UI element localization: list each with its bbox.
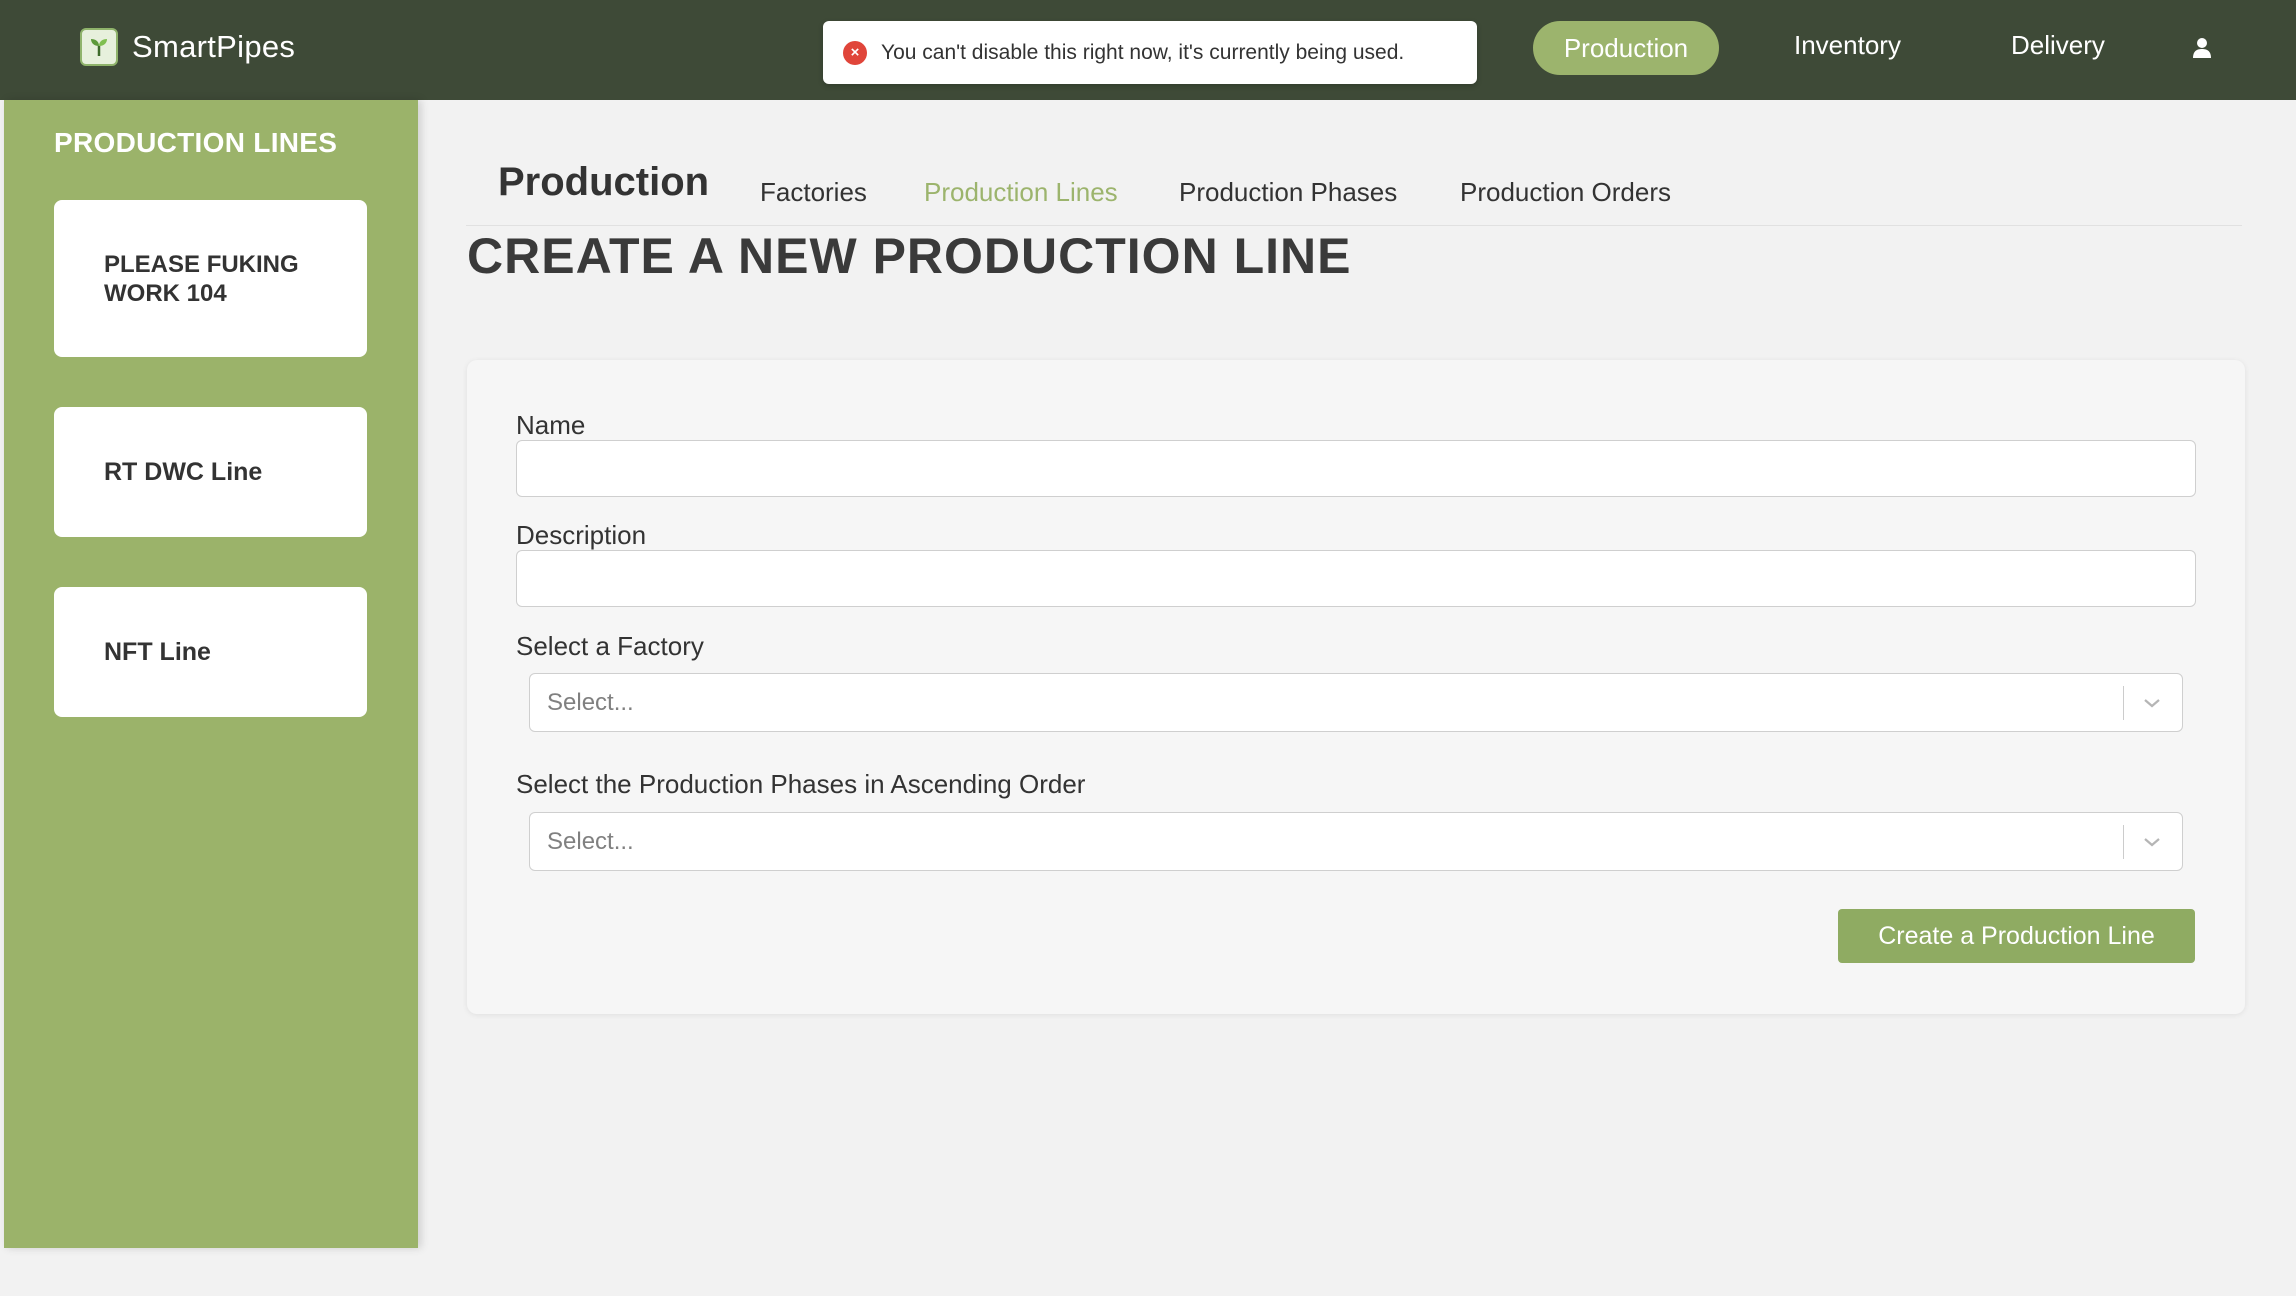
name-label: Name [516, 410, 586, 440]
create-production-line-button[interactable]: Create a Production Line [1838, 909, 2195, 963]
create-line-form: Name Description Select a Factory Select… [467, 360, 2245, 1014]
chevron-down-icon[interactable] [2138, 689, 2166, 717]
tab-production-lines[interactable]: Production Lines [924, 177, 1118, 208]
sidebar-item-label: PLEASE FUKING WORK 104 [104, 250, 299, 307]
logo-icon [80, 28, 118, 66]
divider [466, 225, 2242, 226]
factory-label: Select a Factory [516, 631, 704, 661]
sidebar-item-label: RT DWC Line [104, 457, 263, 486]
top-navbar: SmartPipes × You can't disable this righ… [0, 0, 2296, 100]
tab-production-orders[interactable]: Production Orders [1460, 177, 1671, 208]
phases-select[interactable]: Select... [529, 812, 2183, 871]
chevron-down-icon[interactable] [2138, 828, 2166, 856]
error-toast[interactable]: × You can't disable this right now, it's… [823, 21, 1477, 84]
description-field[interactable] [516, 550, 2196, 607]
toast-message: You can't disable this right now, it's c… [881, 40, 1405, 64]
nav-inventory[interactable]: Inventory [1794, 30, 1901, 61]
sidebar-item-nft-line[interactable]: NFT Line [54, 587, 367, 717]
sidebar-item-label: NFT Line [104, 637, 211, 666]
factory-select-placeholder: Select... [547, 688, 634, 716]
tab-factories[interactable]: Factories [760, 177, 867, 208]
brand[interactable]: SmartPipes [80, 28, 295, 66]
page-title: CREATE A NEW PRODUCTION LINE [467, 228, 1352, 284]
brand-name: SmartPipes [132, 29, 296, 64]
select-separator [2123, 685, 2124, 720]
select-separator [2123, 824, 2124, 859]
subnav: Production [498, 160, 709, 205]
sidebar: PRODUCTION LINES PLEASE FUKING WORK 104 … [4, 100, 418, 1248]
name-field[interactable] [516, 440, 2196, 497]
phases-label: Select the Production Phases in Ascendin… [516, 769, 1086, 799]
sidebar-item-please-fuking-work-104[interactable]: PLEASE FUKING WORK 104 [54, 200, 367, 357]
error-icon: × [843, 40, 867, 65]
description-label: Description [516, 520, 647, 550]
subnav-title: Production [498, 160, 710, 204]
sidebar-item-rt-dwc-line[interactable]: RT DWC Line [54, 407, 367, 537]
nav-production[interactable]: Production [1533, 21, 1719, 75]
phases-select-placeholder: Select... [547, 827, 634, 855]
app-frame: SmartPipes × You can't disable this righ… [0, 0, 2296, 1296]
tab-production-phases[interactable]: Production Phases [1179, 177, 1397, 208]
user-icon[interactable] [2188, 34, 2216, 62]
nav-delivery[interactable]: Delivery [2011, 30, 2105, 61]
sidebar-title: PRODUCTION LINES [54, 127, 338, 158]
factory-select[interactable]: Select... [529, 673, 2183, 732]
